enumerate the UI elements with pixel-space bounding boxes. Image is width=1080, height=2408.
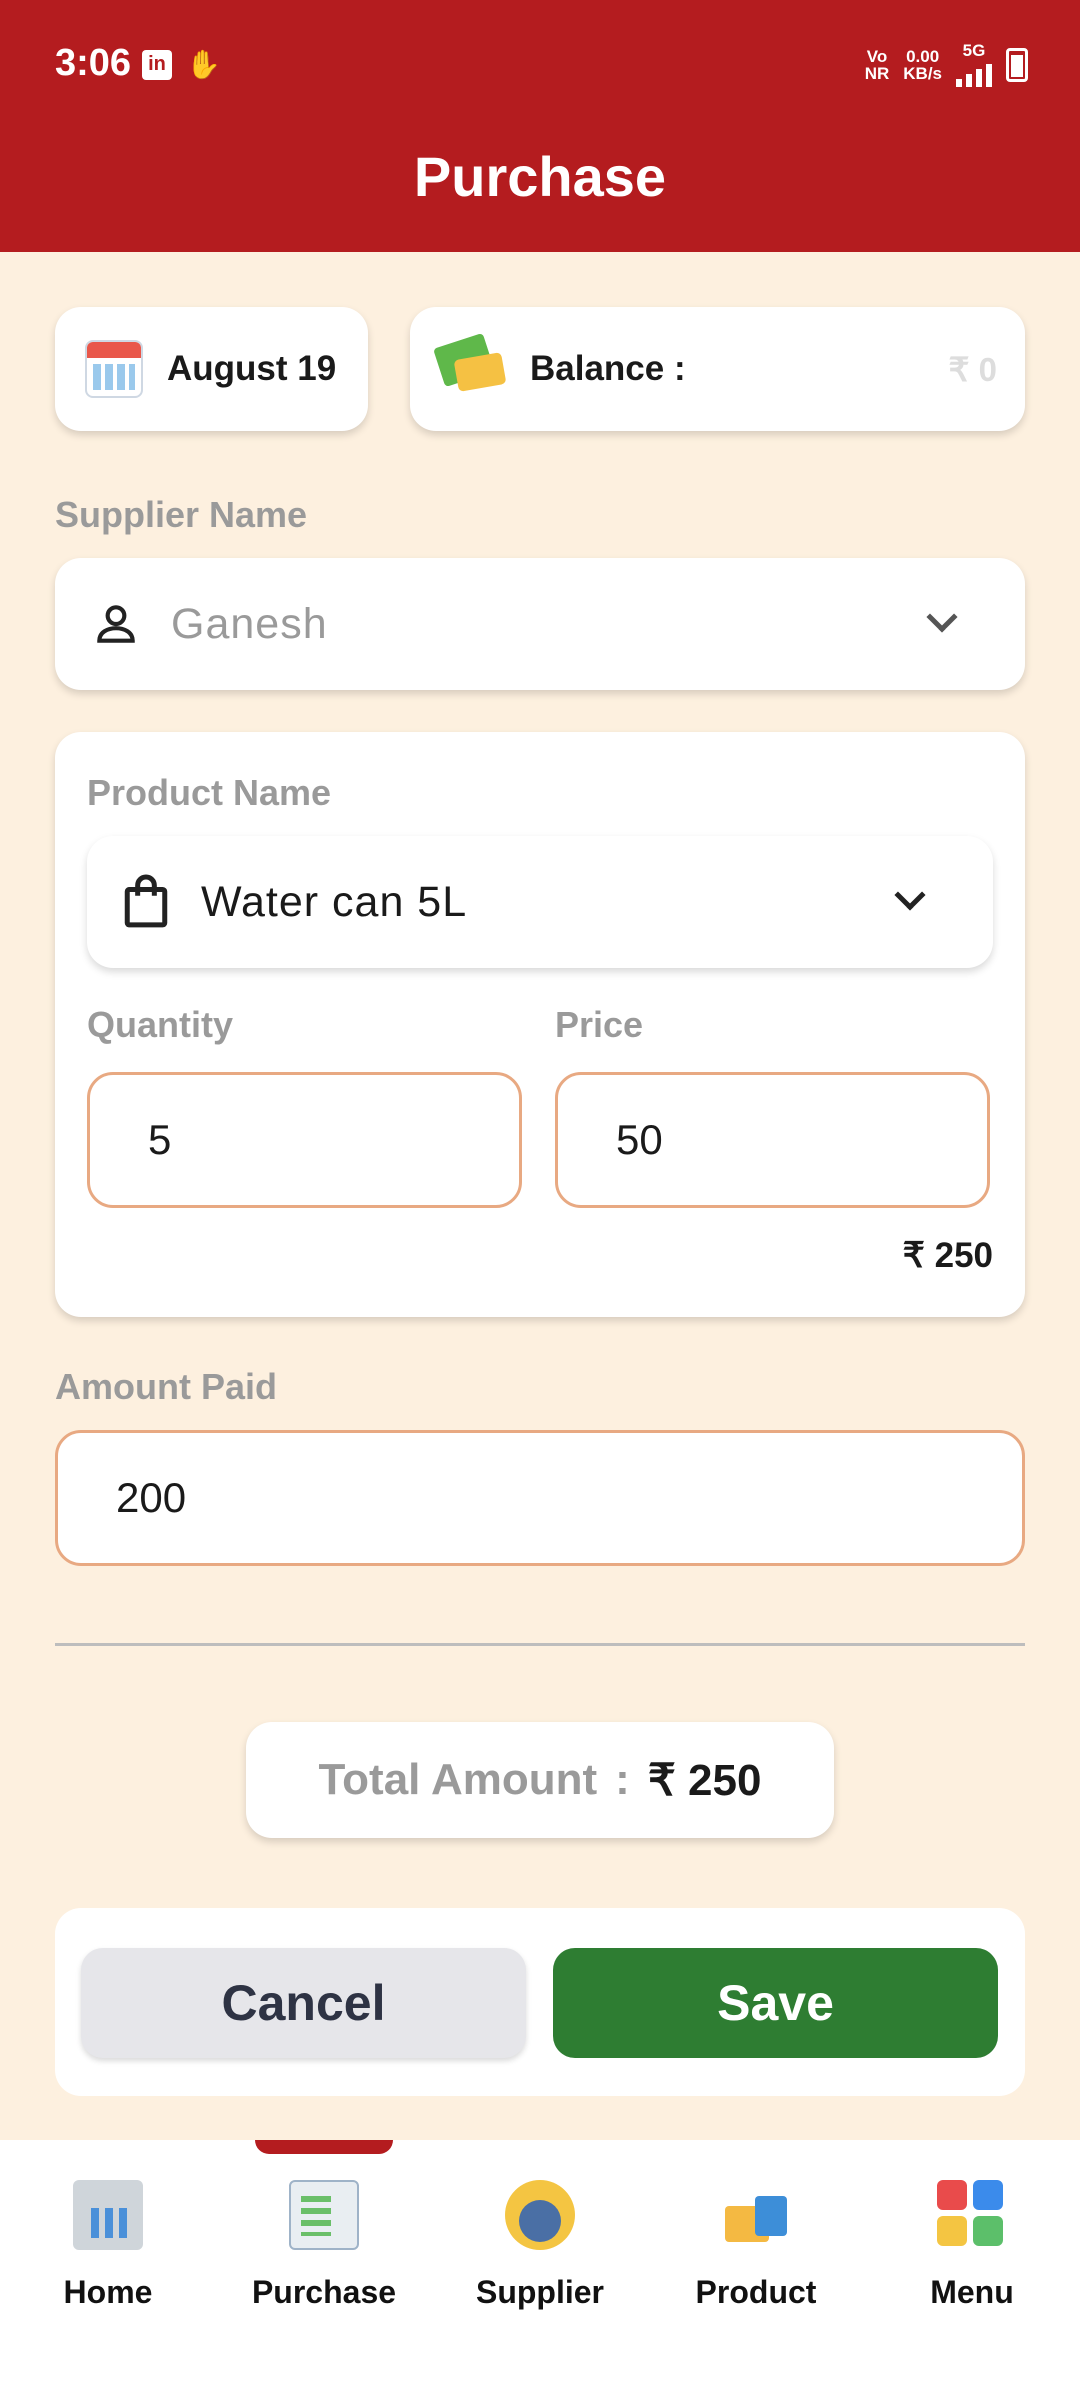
nav-home[interactable]: Home [8,2180,208,2311]
app-header: 3:06 in ✋ Vo NR 0.00 KB/s 5G Purchase [0,0,1080,252]
menu-grid-icon [937,2180,1007,2250]
chevron-down-icon [926,601,958,633]
network-speed: 0.00 KB/s [903,48,942,82]
purchase-checklist-icon [289,2180,359,2250]
battery-icon [1006,47,1028,82]
cancel-button[interactable]: Cancel [81,1948,526,2058]
chevron-down-icon [894,879,926,911]
product-value: Water can 5L [201,877,468,926]
page-title: Purchase [413,145,667,208]
status-right-icons: Vo NR 0.00 KB/s 5G [865,42,1028,87]
calendar-icon [85,340,143,398]
supplier-dropdown[interactable]: Ganesh [55,558,1025,690]
home-dashboard-icon [73,2180,143,2250]
product-box-icon [721,2180,791,2250]
speed-bottom: KB/s [903,63,942,83]
nav-supplier-label: Supplier [475,2274,604,2310]
product-label: Product Name [87,772,332,813]
supplier-people-icon [505,2180,575,2250]
quantity-label: Quantity [87,1004,234,1045]
supplier-placeholder: Ganesh [171,599,328,648]
network-bottom: NR [864,63,890,83]
nav-product-label: Product [695,2274,817,2310]
nav-home-label: Home [63,2274,153,2310]
linkedin-icon: in [142,49,172,80]
bottom-nav: Home Purchase Supplier Product Menu [0,2140,1080,2408]
nav-purchase-label: Purchase [251,2274,397,2310]
nav-menu-label: Menu [930,2274,1014,2310]
signal-icon: 5G [956,42,992,87]
nav-purchase[interactable]: Purchase [224,2180,424,2311]
network-type: Vo NR [865,48,890,82]
amount-paid-input[interactable]: 200 [55,1430,1025,1566]
signal-label: 5G [962,41,986,60]
price-input[interactable]: 50 [555,1072,990,1208]
total-amount-card: Total Amount : ₹ 250 [246,1722,834,1838]
nav-menu[interactable]: Menu [872,2180,1072,2311]
date-label: August 19 [167,349,337,388]
total-value: ₹ 250 [647,1755,762,1805]
total-separator: : [615,1755,630,1804]
balance-value: ₹ 0 [948,350,997,388]
save-button[interactable]: Save [553,1948,998,2058]
amount-paid-label: Amount Paid [55,1366,277,1407]
line-total: ₹ 250 [902,1236,993,1275]
price-label: Price [555,1004,644,1045]
nav-product[interactable]: Product [656,2180,856,2311]
nav-supplier[interactable]: Supplier [440,2180,640,2311]
money-icon [433,332,508,398]
actions-card: Cancel Save [55,1908,1025,2096]
hand-icon: ✋ [186,49,221,80]
product-dropdown[interactable]: Water can 5L [87,836,993,968]
supplier-label: Supplier Name [55,494,308,535]
quantity-input[interactable]: 5 [87,1072,522,1208]
date-card[interactable]: August 19 [55,307,368,431]
network-top: Vo [866,46,888,66]
balance-card: Balance : ₹ 0 [410,307,1025,431]
divider [55,1643,1025,1646]
status-left-icons: in ✋ [142,48,221,81]
product-card: Product Name Water can 5L Quantity Price… [55,732,1025,1317]
speed-top: 0.00 [906,46,940,66]
person-icon [97,605,135,643]
active-tab-indicator [255,2140,393,2154]
status-time: 3:06 [55,42,132,84]
shopping-bag-icon [124,874,168,928]
total-label: Total Amount [318,1755,598,1804]
balance-label: Balance : [530,349,686,388]
